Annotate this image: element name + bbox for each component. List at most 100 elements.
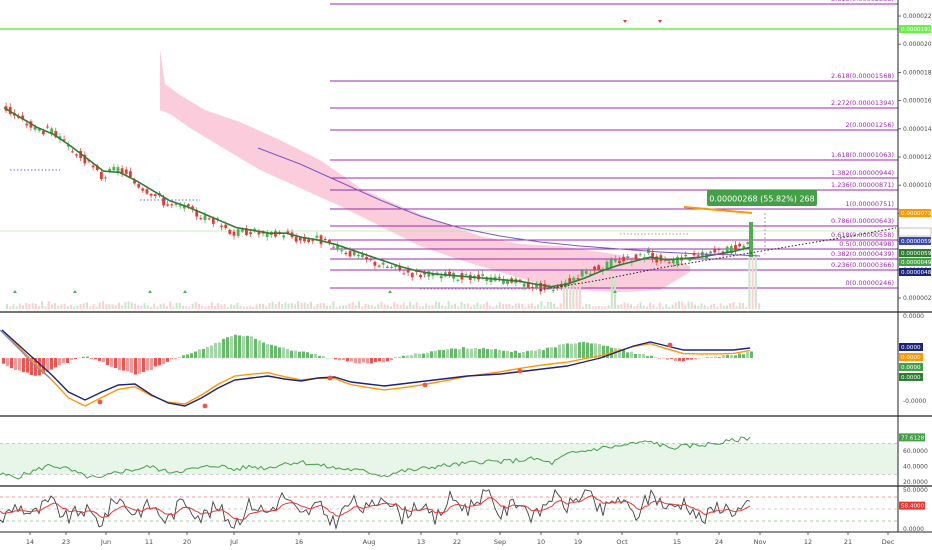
volume-bar	[198, 304, 200, 309]
macd-histogram-bar	[574, 343, 577, 358]
macd-histogram-bar	[718, 356, 721, 358]
macd-histogram-bar	[454, 348, 457, 358]
bearish-candle	[497, 277, 501, 279]
volume-bar	[220, 304, 223, 309]
volume-bar	[402, 302, 405, 309]
volume-bar	[322, 302, 325, 309]
volume-bar	[57, 305, 60, 309]
macd-histogram-bar	[542, 350, 545, 358]
macd-histogram-bar	[690, 358, 693, 360]
bearish-candle	[153, 194, 157, 196]
macd-histogram-bar	[126, 358, 129, 372]
volume-bar	[290, 303, 293, 309]
bearish-candle	[162, 198, 165, 206]
volume-bar	[25, 303, 28, 309]
volume-bar	[729, 303, 732, 309]
volume-bar	[191, 303, 194, 309]
volume-bar	[751, 254, 754, 309]
macd-histogram-bar	[146, 358, 149, 371]
bearish-candle	[228, 229, 232, 235]
macd-histogram-bar	[390, 358, 393, 361]
macd-histogram-bar	[318, 355, 321, 358]
volume-bar	[425, 303, 428, 309]
bullish-candle	[340, 250, 344, 252]
bearish-candle	[568, 278, 572, 283]
volume-bar	[207, 305, 210, 309]
volume-bar	[553, 303, 556, 309]
volume-bar	[313, 306, 316, 309]
bearish-candle	[369, 258, 373, 261]
volume-bar	[210, 302, 213, 309]
volume-bar	[409, 301, 412, 309]
macd-histogram-bar	[270, 344, 273, 358]
bullish-candle	[580, 270, 584, 277]
crossover-dot	[517, 368, 523, 374]
bearish-candle	[597, 265, 601, 270]
macd-histogram-bar	[286, 348, 289, 358]
volume-bar	[406, 305, 408, 309]
macd-histogram-bar	[446, 349, 449, 358]
macd-histogram-bar	[174, 358, 177, 359]
price-axis-label: 0.00001800	[903, 69, 932, 76]
macd-histogram-bar	[518, 352, 521, 358]
tag-green-level-label: 0.00001912	[901, 27, 932, 33]
bearish-candle	[220, 225, 223, 227]
bearish-candle	[344, 252, 348, 255]
bullish-candle	[203, 215, 207, 221]
macd-histogram-bar	[706, 357, 709, 358]
bearish-candle	[385, 266, 389, 268]
crossover-dot	[667, 342, 673, 348]
volume-bar	[390, 306, 392, 309]
macd-histogram-bar	[550, 347, 553, 358]
volume-bar	[601, 306, 604, 309]
rsi-pane[interactable]	[0, 436, 898, 480]
volume-bar	[610, 278, 613, 309]
macd-histogram-bar	[226, 337, 229, 358]
macd-histogram-bar	[118, 358, 121, 371]
time-axis-label: 16	[295, 538, 303, 546]
tag-volume-label: 498.5336	[901, 230, 928, 236]
bearish-candle	[713, 249, 717, 253]
tag-orange-label: 0.00000739	[901, 211, 932, 217]
volume-bar	[140, 305, 143, 309]
macd-histogram-bar	[194, 351, 197, 358]
volume-bar	[153, 303, 156, 309]
volume-bar	[470, 306, 472, 309]
macd-histogram-bar	[562, 344, 565, 358]
macd-histogram-bar	[394, 357, 397, 359]
volume-bar	[182, 305, 184, 309]
volume-bar	[722, 305, 725, 309]
volume-bar	[15, 306, 18, 309]
macd-histogram-bar	[346, 358, 349, 362]
macd-histogram-bar	[262, 342, 265, 358]
bearish-candle	[257, 232, 261, 235]
volume-bar	[518, 303, 520, 309]
volume-bar	[130, 302, 133, 309]
volume-bar	[271, 301, 274, 309]
macd-histogram-bar	[66, 358, 69, 363]
macd-histogram-bar	[274, 345, 277, 358]
macd-histogram-bar	[714, 356, 717, 358]
volume-bar	[393, 301, 396, 309]
volume-bar	[265, 306, 268, 309]
price-axis-label: 0.00000200	[903, 295, 932, 302]
volume-bar	[457, 306, 460, 309]
volume-bar	[626, 303, 629, 309]
bearish-candle	[634, 254, 638, 260]
volume-bar	[431, 305, 434, 309]
macd-histogram-bar	[414, 353, 417, 358]
macd-histogram-bar	[134, 358, 137, 375]
macd-histogram-bar	[438, 349, 441, 358]
volume-bar	[540, 301, 543, 309]
volume-bar	[188, 306, 191, 309]
chart-canvas[interactable]: 3.618(0.00002333) 2.618(0.00001568) 2.272(…	[0, 0, 932, 550]
time-axis-label: 14	[26, 538, 34, 546]
macd-histogram-bar	[242, 336, 245, 358]
volume-bar	[108, 304, 111, 309]
time-axis-label: 22	[453, 538, 461, 546]
macd-histogram-bar	[82, 356, 85, 358]
bearish-candle	[307, 239, 311, 243]
macd-histogram-bar	[486, 348, 489, 358]
bullish-candle	[638, 254, 642, 256]
volume-bar	[284, 302, 287, 309]
